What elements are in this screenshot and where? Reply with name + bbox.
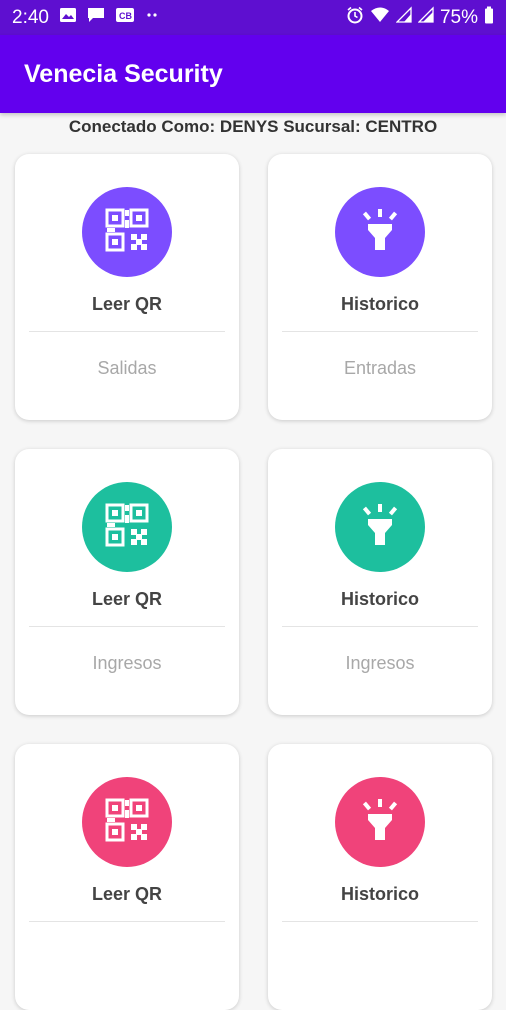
- image-icon: [59, 7, 77, 29]
- card-leer-qr-ingresos[interactable]: Leer QR Ingresos: [15, 449, 239, 715]
- card-title: Leer QR: [91, 294, 163, 314]
- status-time: 2:40: [12, 6, 49, 28]
- icon-circle: [335, 187, 425, 277]
- icon-circle: [82, 777, 172, 867]
- card-divider: [282, 626, 478, 627]
- icon-circle: [82, 187, 172, 277]
- card-leer-qr-3[interactable]: Leer QR: [15, 744, 239, 1010]
- icon-circle: [335, 777, 425, 867]
- card-historico-3[interactable]: Historico: [268, 744, 492, 1010]
- cast-icon: CB: [115, 7, 135, 29]
- card-divider: [29, 626, 225, 627]
- app-title: Venecia Security: [24, 59, 223, 88]
- card-historico-entradas[interactable]: Historico Entradas: [268, 154, 492, 420]
- flashlight-icon: [356, 796, 404, 849]
- message-icon: [87, 7, 105, 29]
- signal-icon: [395, 5, 412, 30]
- card-leer-qr-salidas[interactable]: Leer QR Salidas: [15, 154, 239, 420]
- card-divider: [29, 921, 225, 922]
- card-title: Leer QR: [91, 589, 163, 609]
- qr-code-icon: [103, 796, 151, 849]
- battery-percent: 75%: [439, 6, 478, 28]
- qr-code-icon: [103, 206, 151, 259]
- card-historico-ingresos[interactable]: Historico Ingresos: [268, 449, 492, 715]
- card-subtitle: Salidas: [97, 358, 157, 378]
- card-title: Historico: [340, 589, 419, 609]
- card-divider: [282, 331, 478, 332]
- icon-circle: [335, 482, 425, 572]
- status-bar: 2:40 CB 75%: [0, 0, 506, 35]
- signal-icon: [417, 5, 434, 30]
- svg-text:CB: CB: [119, 11, 132, 21]
- flashlight-icon: [356, 206, 404, 259]
- alarm-icon: [346, 6, 364, 30]
- app-bar: Venecia Security: [0, 35, 506, 113]
- battery-icon: [484, 6, 494, 30]
- card-divider: [282, 921, 478, 922]
- card-subtitle: Ingresos: [345, 653, 415, 673]
- card-title: Historico: [340, 884, 419, 904]
- qr-code-icon: [103, 501, 151, 554]
- card-divider: [29, 331, 225, 332]
- icon-circle: [82, 482, 172, 572]
- more-dots-icon: [145, 7, 159, 29]
- card-title: Leer QR: [91, 884, 163, 904]
- card-subtitle: Ingresos: [92, 653, 162, 673]
- card-title: Historico: [340, 294, 419, 314]
- flashlight-icon: [356, 501, 404, 554]
- card-subtitle: Entradas: [343, 358, 417, 378]
- connection-info: Conectado Como: DENYS Sucursal: CENTRO: [68, 117, 438, 136]
- wifi-icon: [370, 6, 390, 30]
